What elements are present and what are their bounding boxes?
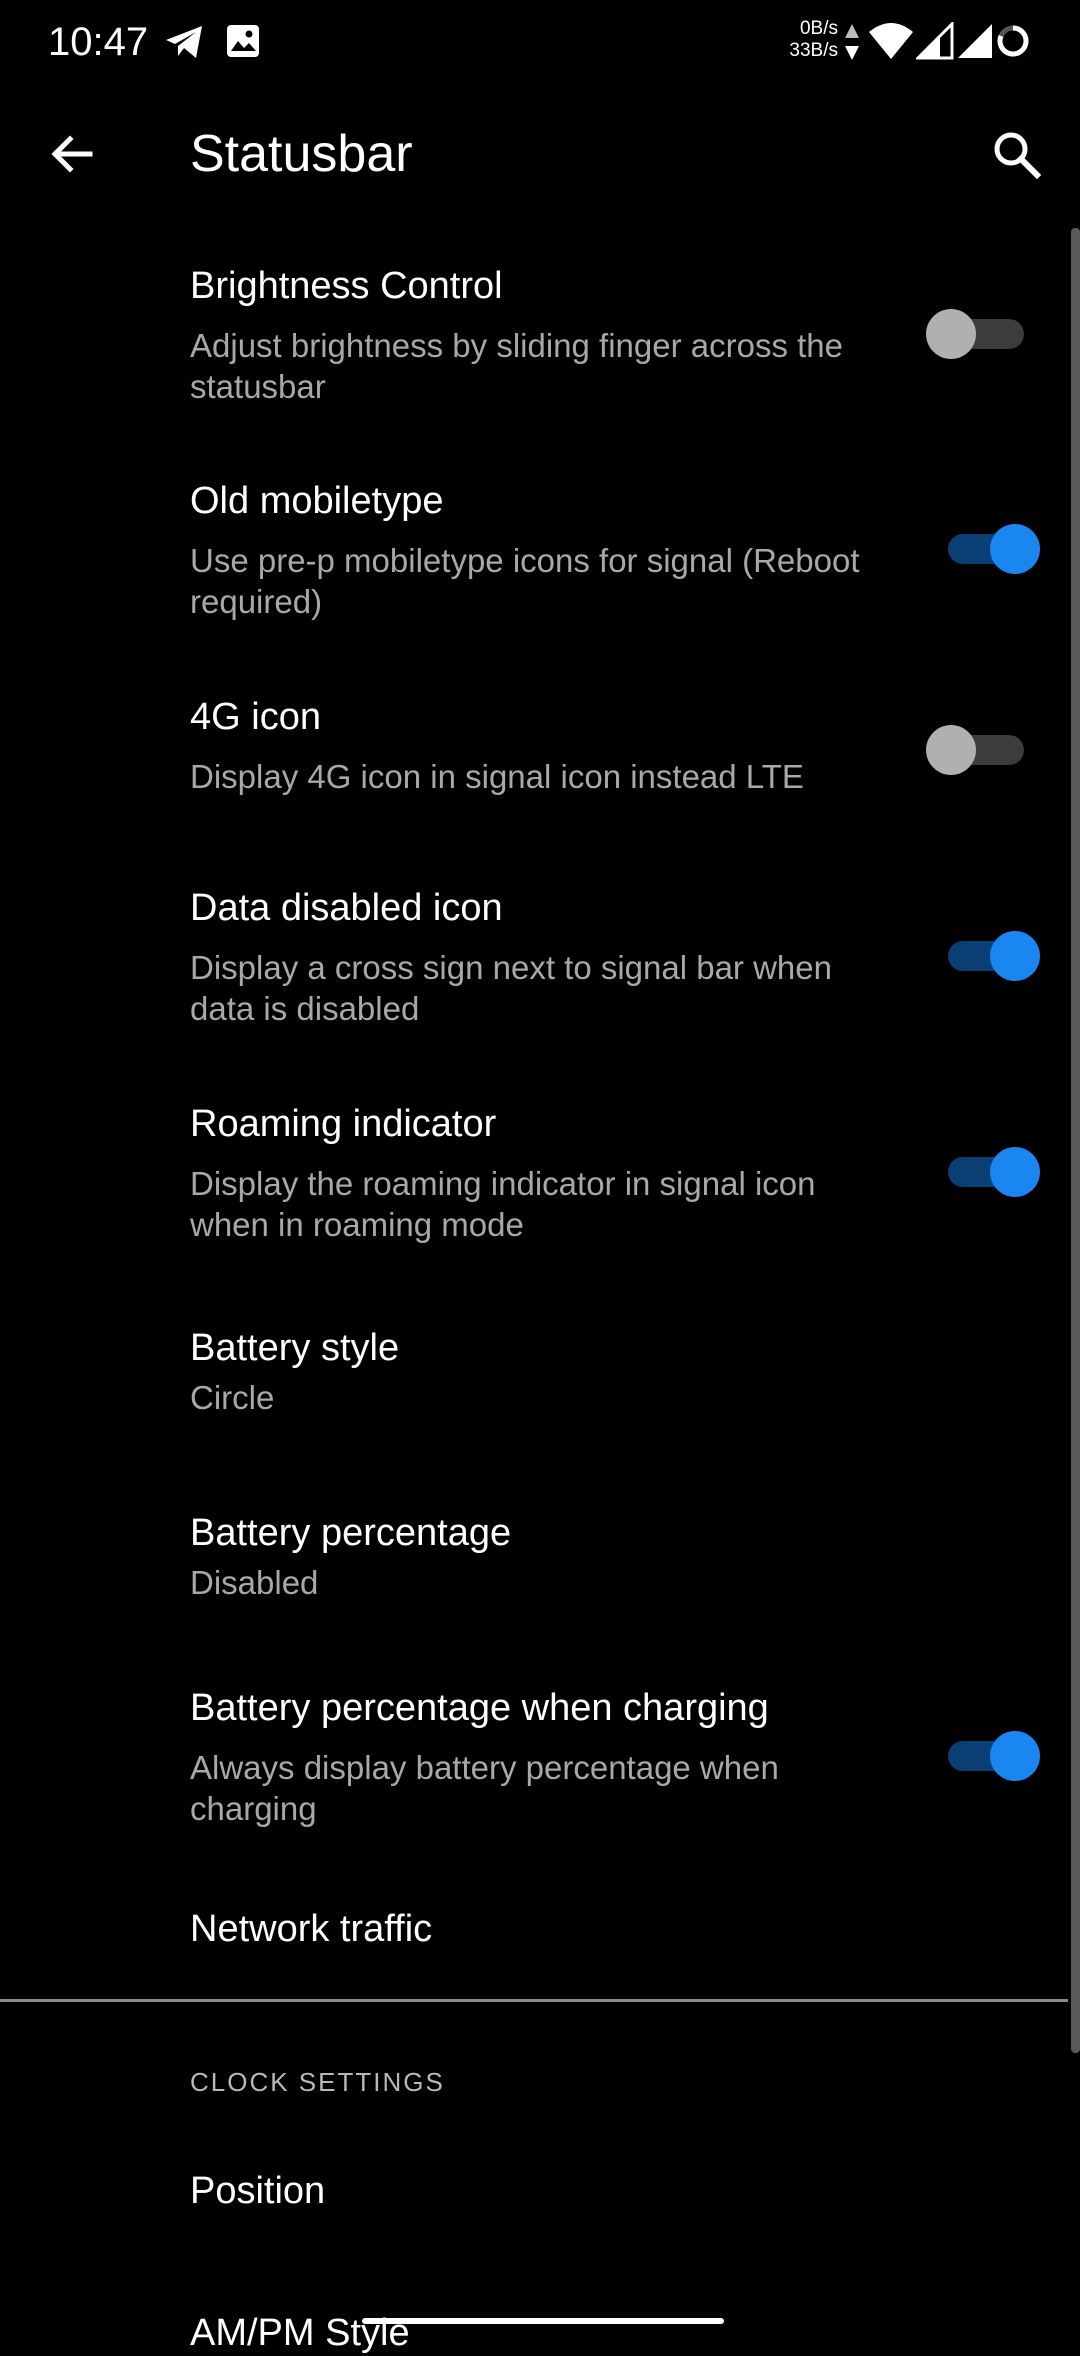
switch-thumb [926, 309, 976, 359]
signal-icon [958, 24, 992, 58]
status-time: 10:47 [48, 20, 149, 64]
battery-circle-icon [997, 25, 1029, 57]
setting-title: Battery style [190, 1327, 400, 1369]
setting-old-mobiletype[interactable]: Old mobiletype Use pre-p mobiletype icon… [0, 443, 1068, 647]
setting-summary: Always display battery percentage when c… [190, 1749, 779, 1827]
switch-thumb [990, 1731, 1040, 1781]
network-speed-up: 33B/s [789, 40, 838, 61]
setting-roaming-indicator[interactable]: Roaming indicator Display the roaming in… [0, 1064, 1068, 1268]
arrow-back-icon [51, 135, 93, 173]
search-icon [994, 132, 1041, 179]
home-indicator[interactable] [362, 2318, 724, 2324]
setting-title: Network traffic [190, 1908, 433, 1950]
setting-title: Old mobiletype [190, 480, 444, 522]
switch-thumb [926, 725, 976, 775]
status-bar: 10:47 0B/s 33B/s [0, 0, 1080, 84]
setting-title: Position [190, 2170, 326, 2212]
toolbar: Statusbar [0, 84, 1080, 224]
setting-battery-percentage-when-charging[interactable]: Battery percentage when charging Always … [0, 1648, 1068, 1852]
back-button[interactable] [36, 118, 108, 190]
setting-title: Data disabled icon [190, 887, 503, 929]
data-activity-icon [845, 24, 859, 60]
setting-title: Battery percentage [190, 1512, 512, 1554]
setting-title: 4G icon [190, 696, 321, 738]
network-speed-down: 0B/s [799, 18, 838, 39]
setting-title: Roaming indicator [190, 1103, 497, 1145]
wifi-icon [869, 23, 913, 59]
setting-network-traffic[interactable]: Network traffic [0, 1866, 1068, 1998]
toggle-switch[interactable] [940, 520, 1040, 576]
setting-4g-icon[interactable]: 4G icon Display 4G icon in signal icon i… [0, 658, 1068, 834]
page-title: Statusbar [190, 125, 413, 183]
setting-summary: Disabled [190, 1564, 319, 1601]
scrollbar[interactable] [1071, 228, 1080, 2053]
setting-summary: Display 4G icon in signal icon instead L… [190, 758, 804, 795]
setting-summary: Display the roaming indicator in signal … [190, 1165, 816, 1243]
gallery-icon [227, 25, 259, 57]
toggle-switch[interactable] [940, 1143, 1040, 1199]
section-header-clock-settings: CLOCK SETTINGS [190, 2067, 445, 2097]
setting-summary: Use pre-p mobiletype icons for signal (R… [190, 542, 860, 620]
setting-am-pm-style[interactable]: AM/PM Style [0, 2280, 1068, 2354]
switch-thumb [990, 524, 1040, 574]
toggle-switch[interactable] [926, 721, 1030, 777]
setting-summary: Circle [190, 1379, 275, 1416]
switch-thumb [990, 1147, 1040, 1197]
setting-brightness-control[interactable]: Brightness Control Adjust brightness by … [0, 228, 1068, 432]
section-divider [0, 1999, 1068, 2002]
telegram-icon [166, 26, 202, 58]
search-button[interactable] [978, 116, 1054, 192]
setting-summary: Display a cross sign next to signal bar … [190, 949, 832, 1027]
setting-title: Battery percentage when charging [190, 1687, 769, 1729]
setting-title: AM/PM Style [190, 2312, 410, 2354]
setting-battery-percentage[interactable]: Battery percentage Disabled [0, 1470, 1068, 1640]
setting-battery-style[interactable]: Battery style Circle [0, 1285, 1068, 1455]
setting-title: Brightness Control [190, 265, 503, 307]
toggle-switch[interactable] [940, 927, 1040, 983]
setting-clock-position[interactable]: Position [0, 2140, 1068, 2252]
switch-thumb [990, 931, 1040, 981]
network-speed: 0B/s 33B/s [770, 18, 838, 62]
setting-summary: Adjust brightness by sliding finger acro… [190, 327, 844, 405]
toggle-switch[interactable] [940, 1727, 1040, 1783]
toggle-switch[interactable] [926, 305, 1030, 361]
setting-data-disabled-icon[interactable]: Data disabled icon Display a cross sign … [0, 848, 1068, 1052]
signal-icon [916, 22, 954, 60]
